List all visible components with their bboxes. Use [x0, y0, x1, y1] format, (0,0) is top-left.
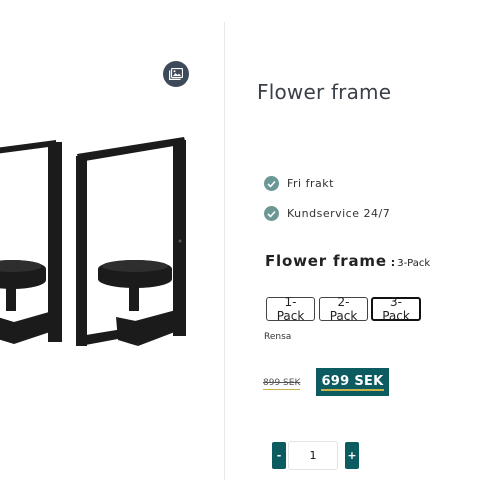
zoom-image-button[interactable]: [163, 61, 189, 87]
sale-price: 699 SEK: [321, 373, 384, 391]
pack-option-2[interactable]: 2-Pack: [319, 295, 368, 323]
usp-label: Fri frakt: [287, 177, 334, 190]
quantity-input[interactable]: 1: [288, 441, 338, 470]
usp-free-shipping: Fri frakt: [264, 176, 334, 191]
column-divider: [224, 22, 225, 480]
candle-holder-right: [76, 137, 186, 346]
original-price: 899 SEK: [263, 378, 301, 390]
check-circle-icon: [264, 206, 279, 221]
variant-separator: :: [390, 256, 396, 269]
pack-option-1[interactable]: 1-Pack: [266, 295, 315, 323]
image-icon: [169, 68, 183, 80]
product-image-gallery[interactable]: [0, 0, 224, 480]
sale-price-badge: 699 SEK: [316, 368, 389, 396]
product-image: [0, 137, 186, 346]
quantity-decrease-button[interactable]: -: [272, 442, 286, 469]
product-title: Flower frame: [257, 80, 392, 104]
variant-heading: Flower frame : 3-Pack: [265, 252, 430, 270]
usp-label: Kundservice 24/7: [287, 207, 391, 220]
pack-option-3[interactable]: 3-Pack: [371, 295, 421, 323]
check-circle-icon: [264, 176, 279, 191]
variant-name: Flower frame: [265, 252, 387, 270]
quantity-increase-button[interactable]: +: [345, 442, 359, 469]
variant-selected-value: 3-Pack: [397, 258, 431, 269]
usp-customer-service: Kundservice 24/7: [264, 206, 390, 221]
clear-selection-link[interactable]: Rensa: [264, 332, 291, 342]
candle-holder-left: [0, 140, 62, 344]
